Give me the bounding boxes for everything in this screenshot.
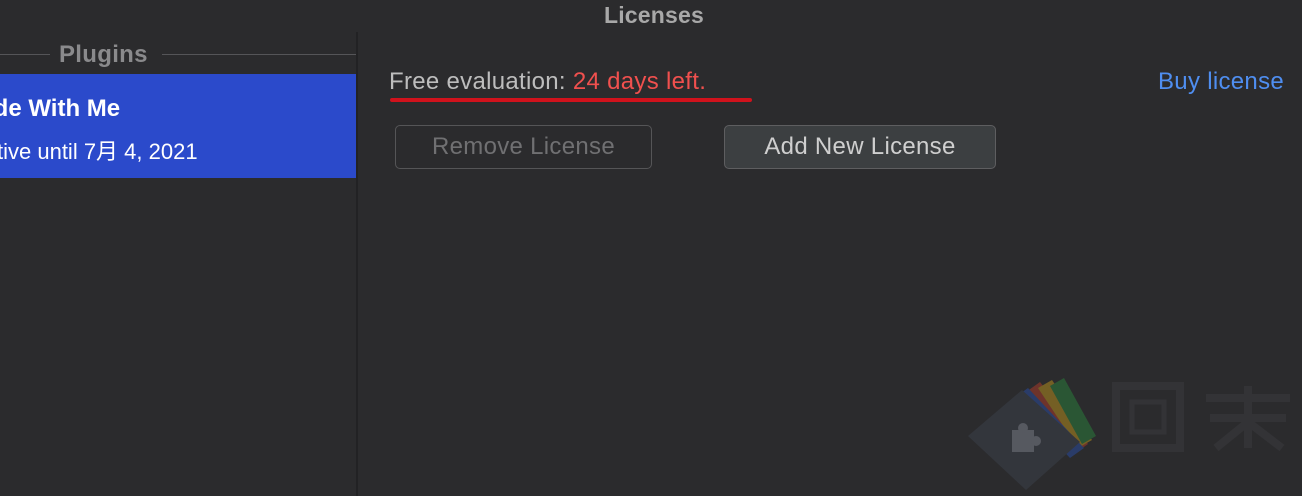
plugin-license-status: ctive until 7月 4, 2021 xyxy=(0,139,198,164)
plugins-group-label: Plugins xyxy=(59,41,148,68)
remove-license-button[interactable]: Remove License xyxy=(395,125,652,169)
annotation-underline xyxy=(390,98,752,102)
evaluation-status: Free evaluation: 24 days left. xyxy=(389,68,706,96)
buy-license-link[interactable]: Buy license xyxy=(1158,68,1284,96)
evaluation-days-left: 24 days left. xyxy=(572,68,707,95)
watermark xyxy=(960,378,1302,496)
add-new-license-button[interactable]: Add New License xyxy=(724,125,996,169)
sidebar: Plugins ode With Me ctive until 7月 4, 20… xyxy=(0,32,356,496)
plugin-name: ode With Me xyxy=(0,95,121,122)
group-divider-left xyxy=(0,54,50,55)
sidebar-item-code-with-me[interactable]: ode With Me ctive until 7月 4, 2021 xyxy=(0,74,356,178)
group-divider-right xyxy=(162,54,356,55)
dialog-title: Licenses xyxy=(0,0,1302,32)
evaluation-label: Free evaluation: xyxy=(389,68,566,95)
licenses-dialog: Licenses Plugins ode With Me ctive until… xyxy=(0,0,1302,496)
watermark-logo-icon xyxy=(968,378,1290,490)
dialog-title-text: Licenses xyxy=(603,2,705,28)
plugins-group-header: Plugins xyxy=(0,41,356,70)
